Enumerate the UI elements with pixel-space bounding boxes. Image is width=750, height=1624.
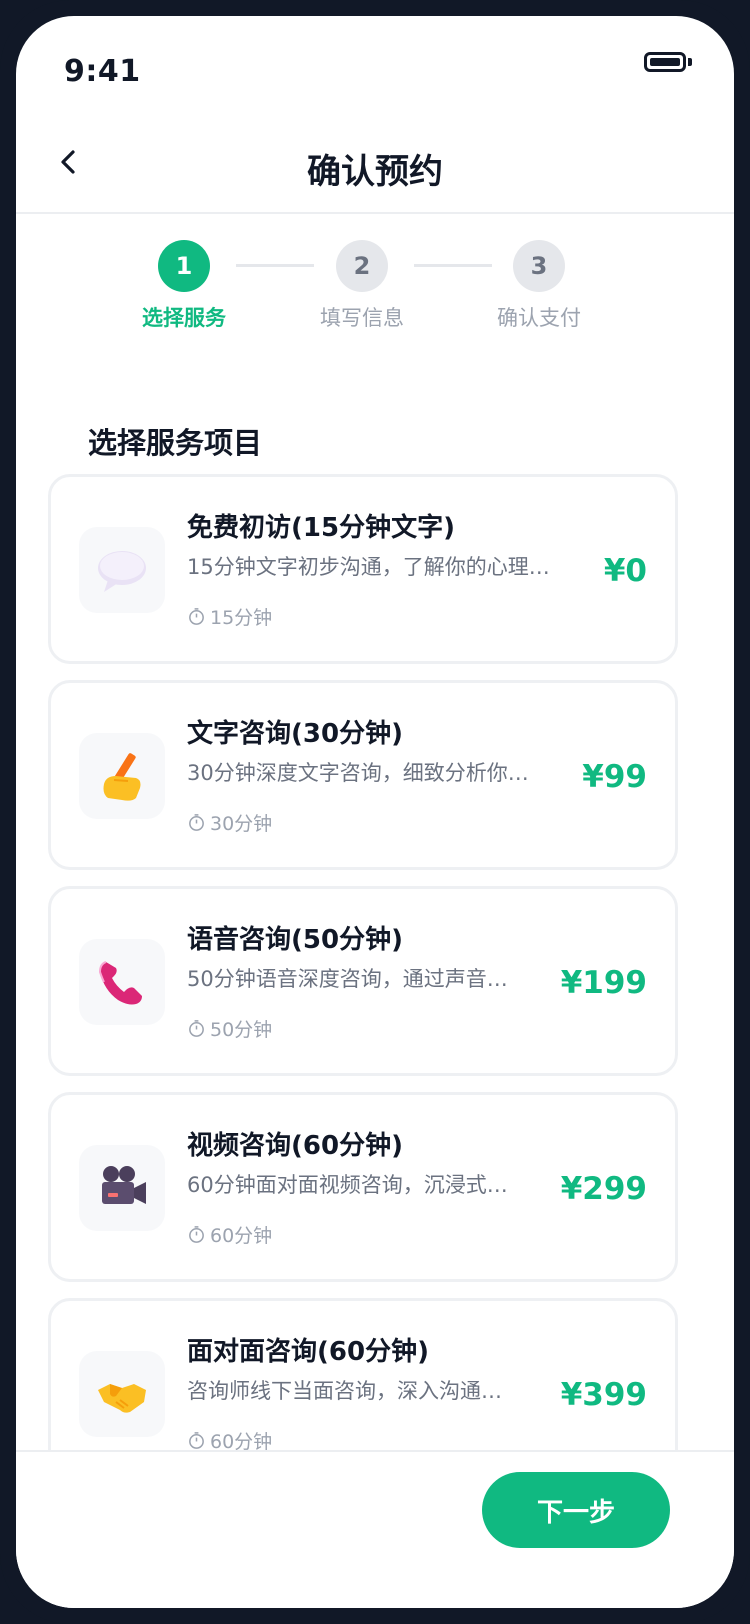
service-card-voice[interactable]: 语音咨询(50分钟) 50分钟语音深度咨询，通过声音… 50分钟 ¥199 — [48, 886, 678, 1076]
service-description: 60分钟面对面视频咨询，沉浸式… — [187, 1173, 508, 1197]
service-duration: 50分钟 — [187, 1015, 272, 1042]
duration-text: 30分钟 — [210, 813, 273, 835]
service-description: 50分钟语音深度咨询，通过声音… — [187, 967, 508, 991]
bottom-action-bar: 下一步 — [16, 1450, 734, 1608]
service-name: 免费初访(15分钟文字) — [187, 513, 455, 543]
service-name: 文字咨询(30分钟) — [187, 719, 403, 749]
screen: 9:41 确认预约 1 选择服务 2 填写信息 3 确认支付 选择服务项目 免费… — [16, 16, 734, 1608]
writing-hand-icon — [79, 733, 165, 819]
service-price: ¥199 — [560, 965, 647, 1001]
service-name: 语音咨询(50分钟) — [187, 925, 403, 955]
telephone-icon — [79, 939, 165, 1025]
duration-text: 50分钟 — [210, 1019, 273, 1041]
service-description: 15分钟文字初步沟通，了解你的心理… — [187, 555, 550, 579]
service-name: 面对面咨询(60分钟) — [187, 1337, 429, 1367]
service-card-text[interactable]: 文字咨询(30分钟) 30分钟深度文字咨询，细致分析你… 30分钟 ¥99 — [48, 680, 678, 870]
service-duration: 60分钟 — [187, 1427, 272, 1450]
duration-text: 60分钟 — [210, 1225, 273, 1247]
service-description: 咨询师线下当面咨询，深入沟通… — [187, 1379, 502, 1403]
service-price: ¥399 — [560, 1377, 647, 1413]
stopwatch-icon — [189, 608, 204, 625]
video-camera-icon — [79, 1145, 165, 1231]
stopwatch-icon — [189, 1020, 204, 1037]
service-duration: 60分钟 — [187, 1221, 272, 1248]
phone-frame: 9:41 确认预约 1 选择服务 2 填写信息 3 确认支付 选择服务项目 免费… — [0, 0, 750, 1624]
speech-bubble-icon — [79, 527, 165, 613]
duration-text: 15分钟 — [210, 607, 273, 629]
handshake-icon — [79, 1351, 165, 1437]
next-step-button[interactable]: 下一步 — [482, 1472, 670, 1548]
service-price: ¥299 — [560, 1171, 647, 1207]
stopwatch-icon — [189, 1432, 204, 1449]
stopwatch-icon — [189, 814, 204, 831]
section-title: 选择服务项目 — [88, 426, 263, 460]
service-price: ¥99 — [582, 759, 647, 795]
service-duration: 30分钟 — [187, 809, 272, 836]
service-card-video[interactable]: 视频咨询(60分钟) 60分钟面对面视频咨询，沉浸式… 60分钟 ¥299 — [48, 1092, 678, 1282]
service-name: 视频咨询(60分钟) — [187, 1131, 403, 1161]
service-card-in-person[interactable]: 面对面咨询(60分钟) 咨询师线下当面咨询，深入沟通… 60分钟 ¥399 — [48, 1298, 678, 1450]
stopwatch-icon — [189, 1226, 204, 1243]
service-list: 选择服务项目 免费初访(15分钟文字) 15分钟文字初步沟通，了解你的心理… 1… — [16, 16, 734, 1450]
duration-text: 60分钟 — [210, 1431, 273, 1450]
service-description: 30分钟深度文字咨询，细致分析你… — [187, 761, 529, 785]
service-card-free-intro[interactable]: 免费初访(15分钟文字) 15分钟文字初步沟通，了解你的心理… 15分钟 ¥0 — [48, 474, 678, 664]
service-duration: 15分钟 — [187, 603, 272, 630]
service-price: ¥0 — [603, 553, 647, 589]
